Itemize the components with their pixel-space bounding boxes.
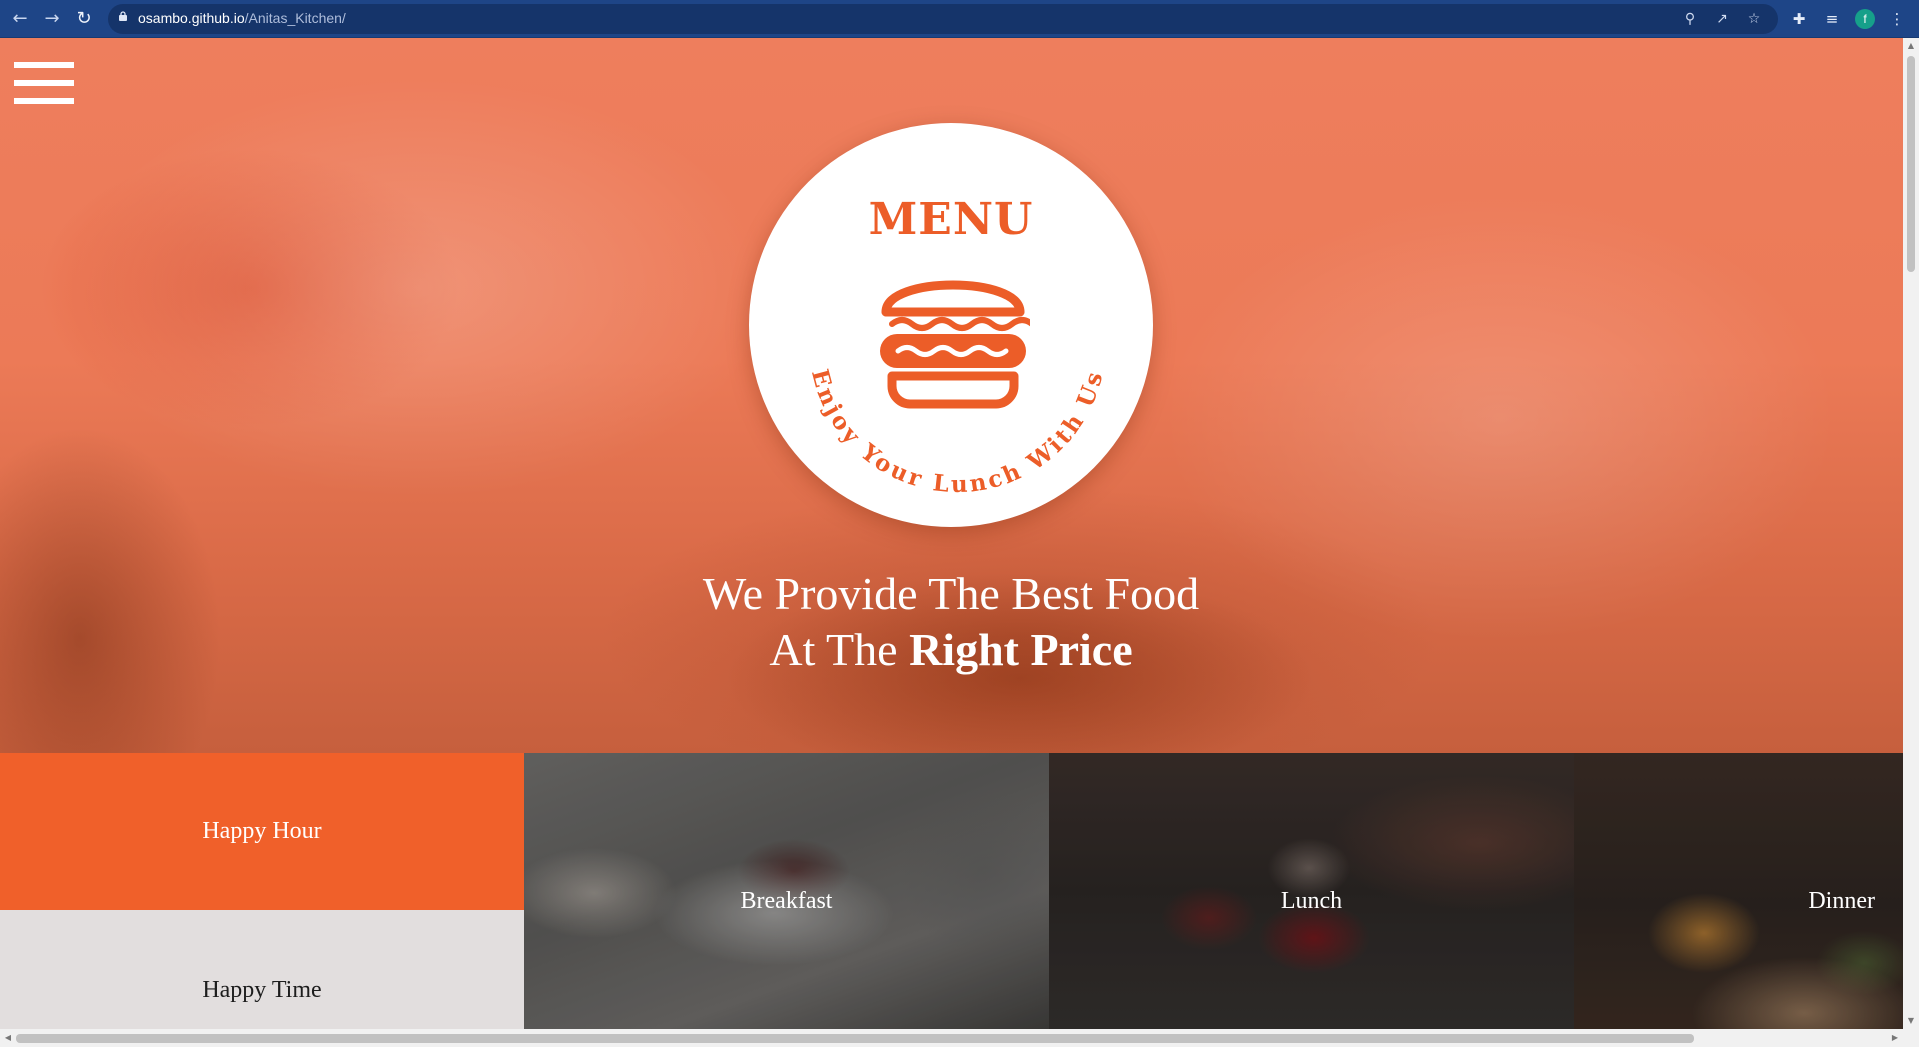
tagline-line2-prefix: At The — [769, 624, 910, 675]
tagline-line1: We Provide The Best Food — [702, 568, 1200, 619]
vertical-scroll-thumb[interactable] — [1907, 56, 1915, 272]
hero-tagline: We Provide The Best Food At The Right Pr… — [551, 566, 1351, 678]
lock-icon[interactable] — [118, 11, 128, 21]
happy-hour-label: Happy Hour — [202, 818, 322, 844]
url-path: /Anitas_Kitchen/ — [244, 10, 346, 26]
lunch-label: Lunch — [1280, 887, 1343, 914]
breakfast-label: Breakfast — [740, 887, 833, 914]
reading-list-icon[interactable]: ≡ — [1821, 8, 1843, 30]
star-icon[interactable]: ☆ — [1744, 9, 1764, 29]
browser-toolbar: ← → ↻ osambo.github.io/Anitas_Kitchen/ ⚲… — [0, 0, 1919, 38]
arc-tagline: Enjoy Your Lunch With Us — [806, 366, 1109, 498]
breakfast-tile[interactable]: Breakfast — [524, 753, 1049, 1029]
dinner-label: Dinner — [1808, 887, 1875, 914]
happy-hour-tile[interactable]: Happy Hour — [0, 753, 524, 910]
share-icon[interactable]: ↗ — [1712, 9, 1732, 29]
url-text[interactable]: osambo.github.io/Anitas_Kitchen/ — [138, 10, 346, 26]
scroll-right-icon[interactable]: ▶ — [1887, 1029, 1903, 1047]
hamburger-icon[interactable] — [14, 62, 74, 104]
scroll-left-icon[interactable]: ◀ — [0, 1029, 16, 1047]
scroll-down-icon[interactable]: ▼ — [1903, 1013, 1919, 1029]
menu-dots-icon[interactable]: ⋮ — [1886, 8, 1908, 30]
scroll-up-icon[interactable]: ▲ — [1903, 38, 1919, 54]
profile-avatar[interactable]: f — [1855, 9, 1875, 29]
dinner-tile[interactable]: Dinner — [1574, 753, 1903, 1029]
tagline-line2: At The Right Price — [551, 622, 1351, 678]
happy-time-tile[interactable]: Happy Time — [0, 910, 524, 1029]
zoom-icon[interactable]: ⚲ — [1680, 9, 1700, 29]
horizontal-scrollbar[interactable]: ◀ ▶ — [0, 1029, 1919, 1047]
url-host: osambo.github.io — [138, 10, 245, 26]
svg-text:Enjoy Your Lunch With Us: Enjoy Your Lunch With Us — [806, 366, 1109, 498]
menu-logo: MENU Enjoy Your Lunch With Us — [749, 123, 1153, 527]
hero-section: MENU Enjoy Your Lunch With Us We Provide… — [0, 38, 1903, 753]
back-icon[interactable]: ← — [6, 5, 34, 33]
vertical-scrollbar[interactable]: ▲ ▼ — [1903, 38, 1919, 1029]
forward-icon[interactable]: → — [38, 5, 66, 33]
address-bar[interactable]: osambo.github.io/Anitas_Kitchen/ ⚲ ↗ ☆ — [108, 4, 1778, 34]
lunch-tile[interactable]: Lunch — [1049, 753, 1574, 1029]
extensions-icon[interactable]: ✚ — [1788, 8, 1810, 30]
page-viewport: MENU Enjoy Your Lunch With Us We Provide… — [0, 38, 1903, 1029]
happy-time-label: Happy Time — [202, 977, 322, 1003]
arc-text: Enjoy Your Lunch With Us — [806, 366, 1106, 498]
tagline-line2-bold: Right Price — [909, 624, 1133, 675]
horizontal-scroll-thumb[interactable] — [16, 1034, 1694, 1043]
reload-icon[interactable]: ↻ — [70, 5, 98, 33]
